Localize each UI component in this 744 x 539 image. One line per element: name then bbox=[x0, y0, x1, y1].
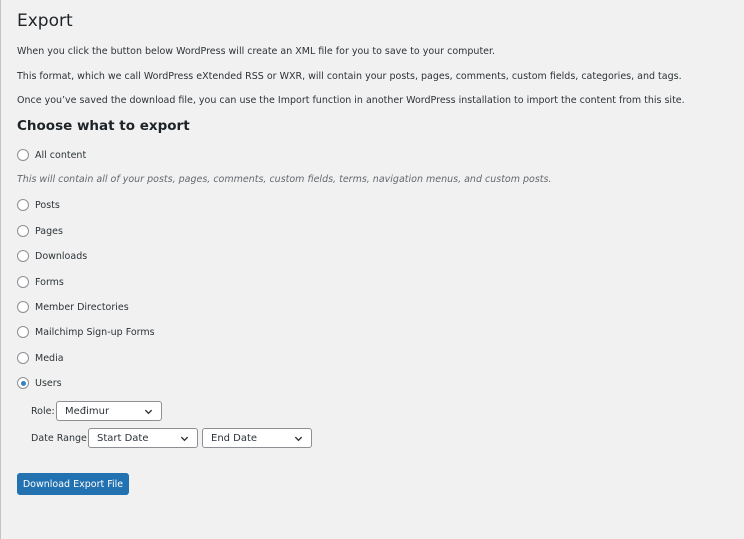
role-label: Role: bbox=[31, 406, 55, 417]
radio-option-media[interactable]: Media bbox=[17, 351, 64, 365]
download-export-file-button[interactable]: Download Export File bbox=[17, 473, 129, 495]
radio-label: All content bbox=[35, 149, 87, 161]
end-date-value: End Date bbox=[211, 432, 258, 444]
role-select-value: Međimur bbox=[65, 405, 110, 417]
radio-option-pages[interactable]: Pages bbox=[17, 224, 63, 238]
start-date-select[interactable]: Start Date bbox=[88, 428, 198, 448]
radio-button[interactable] bbox=[17, 149, 29, 161]
date-range-label: Date Range: bbox=[31, 433, 91, 444]
radio-label: Users bbox=[35, 377, 62, 389]
chevron-down-icon bbox=[180, 436, 189, 442]
radio-button[interactable] bbox=[17, 276, 29, 288]
radio-option-users[interactable]: Users bbox=[17, 376, 62, 390]
intro-paragraph-2: This format, which we call WordPress eXt… bbox=[17, 71, 682, 82]
radio-label: Downloads bbox=[35, 250, 88, 262]
chevron-down-icon bbox=[294, 436, 303, 442]
radio-button[interactable] bbox=[17, 301, 29, 313]
role-select[interactable]: Međimur bbox=[56, 401, 162, 421]
start-date-value: Start Date bbox=[97, 432, 149, 444]
page-title: Export bbox=[17, 11, 73, 31]
radio-button[interactable] bbox=[17, 326, 29, 338]
export-section-heading: Choose what to export bbox=[17, 118, 190, 134]
radio-option-downloads[interactable]: Downloads bbox=[17, 249, 87, 263]
intro-paragraph-1: When you click the button below WordPres… bbox=[17, 46, 496, 57]
radio-label: Media bbox=[35, 352, 64, 364]
radio-label: Posts bbox=[35, 199, 60, 211]
chevron-down-icon bbox=[144, 409, 153, 415]
radio-button[interactable] bbox=[17, 250, 29, 262]
end-date-select[interactable]: End Date bbox=[202, 428, 312, 448]
radio-option-member-directories[interactable]: Member Directories bbox=[17, 300, 129, 314]
all-content-description: This will contain all of your posts, pag… bbox=[17, 174, 552, 185]
intro-paragraph-3: Once you’ve saved the download file, you… bbox=[17, 95, 685, 106]
radio-label: Forms bbox=[35, 276, 64, 288]
admin-frame-edge bbox=[0, 0, 1, 539]
radio-button[interactable] bbox=[17, 225, 29, 237]
radio-option-forms[interactable]: Forms bbox=[17, 275, 64, 289]
radio-label: Pages bbox=[35, 225, 63, 237]
radio-label: Mailchimp Sign-up Forms bbox=[35, 326, 155, 338]
radio-label: Member Directories bbox=[35, 301, 129, 313]
radio-button[interactable] bbox=[17, 352, 29, 364]
radio-button-selected[interactable] bbox=[17, 377, 29, 389]
radio-button[interactable] bbox=[17, 199, 29, 211]
radio-option-all-content[interactable]: All content bbox=[17, 148, 86, 162]
radio-option-mailchimp-signup-forms[interactable]: Mailchimp Sign-up Forms bbox=[17, 325, 155, 339]
radio-option-posts[interactable]: Posts bbox=[17, 198, 60, 212]
